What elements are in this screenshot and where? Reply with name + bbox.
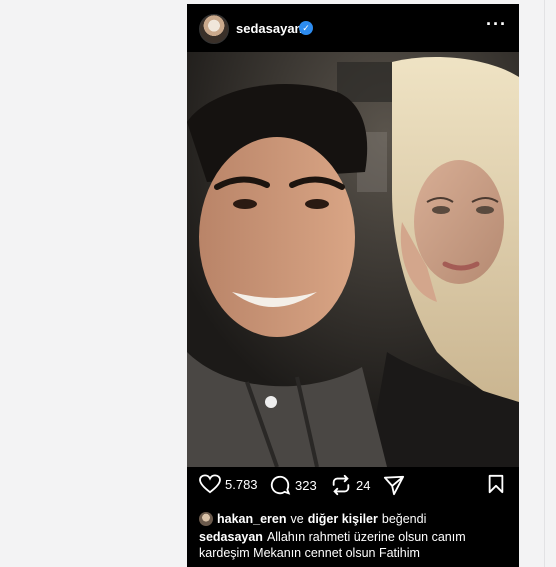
bookmark-icon: [488, 474, 504, 494]
like-button[interactable]: 5.783: [199, 474, 258, 494]
repost-count: 24: [356, 477, 371, 493]
liked-by-suffix: beğendi: [381, 512, 427, 526]
repost-icon: [332, 474, 350, 496]
liked-by-others-link[interactable]: diğer kişiler: [308, 512, 378, 526]
more-options-icon[interactable]: ···: [486, 14, 507, 35]
liked-by-connector: ve: [290, 512, 304, 526]
like-count: 5.783: [225, 476, 258, 492]
send-icon: [383, 475, 405, 496]
post-photo[interactable]: [187, 52, 519, 467]
post-username[interactable]: sedasayan: [236, 21, 303, 36]
photo-illustration: [187, 52, 519, 467]
caption-username[interactable]: sedasayan: [199, 530, 263, 544]
heart-icon: [199, 474, 221, 494]
profile-avatar[interactable]: [199, 14, 229, 44]
liked-by-line: hakan_eren ve diğer kişiler beğendi: [199, 512, 426, 526]
comment-button[interactable]: 323: [269, 474, 317, 496]
post-caption: sedasayan Allahın rahmeti üzerine olsun c…: [199, 529, 509, 561]
comment-count: 323: [295, 477, 317, 493]
repost-button[interactable]: 24: [330, 474, 370, 496]
post-header: sedasayan ✓ ···: [187, 4, 519, 52]
verified-badge-icon: ✓: [299, 21, 313, 35]
liker-avatar: [199, 512, 213, 526]
liker-username[interactable]: hakan_eren: [217, 512, 286, 526]
save-button[interactable]: [487, 474, 505, 499]
comment-icon: [270, 475, 291, 495]
page-divider: [544, 0, 545, 567]
threads-post: sedasayan ✓ ··· 5.783 323 24 hakan_eren …: [187, 4, 519, 567]
share-button[interactable]: [383, 474, 405, 496]
post-actions: 5.783 323 24: [187, 474, 519, 504]
